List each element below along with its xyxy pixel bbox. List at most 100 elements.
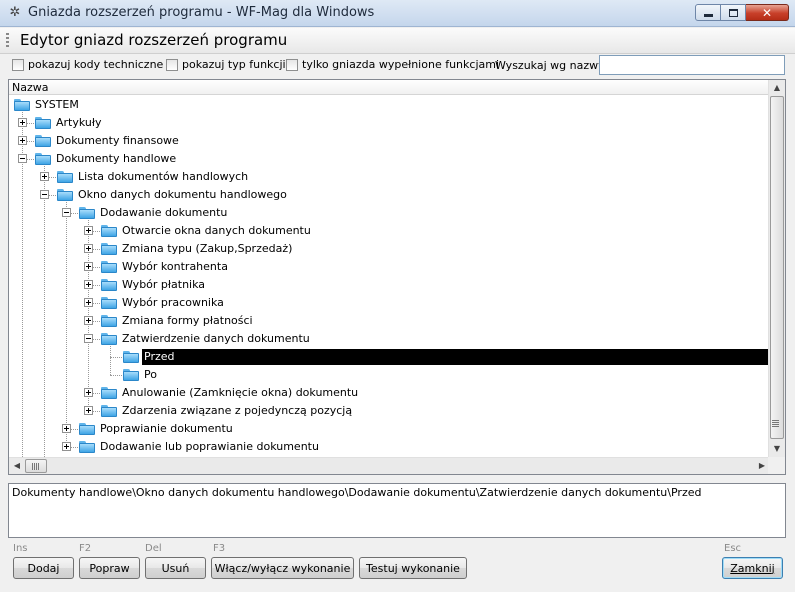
tree-node-label: Dokumenty finansowe	[56, 134, 179, 147]
editor-header: Edytor gniazd rozszerzeń programu	[0, 28, 795, 54]
options-bar: pokazuj kody techniczne pokazuj typ funk…	[0, 55, 795, 77]
tree-node-label: Wybór kontrahenta	[122, 260, 228, 273]
expand-icon[interactable]	[84, 406, 93, 415]
hotkey-close: Esc	[724, 543, 742, 554]
expand-icon[interactable]	[62, 424, 71, 433]
hotkey-toggle: F3	[213, 543, 226, 554]
collapse-icon[interactable]	[40, 190, 49, 199]
expand-icon[interactable]	[84, 262, 93, 271]
folder-icon	[100, 386, 118, 400]
tree-node[interactable]: Anulowanie (Zamknięcie okna) dokumentu	[9, 384, 770, 402]
folder-icon	[56, 188, 74, 202]
folder-icon	[100, 404, 118, 418]
checkbox-only-filled[interactable]	[286, 58, 298, 71]
tree-node[interactable]: Wybór kontrahenta	[9, 258, 770, 276]
scrollbar-corner	[768, 457, 785, 474]
folder-icon	[100, 260, 118, 274]
tree-panel: Nazwa SYSTEM Artykuły Dokumenty finansowe D…	[8, 79, 786, 475]
vertical-scroll-thumb[interactable]	[770, 96, 784, 439]
tree-node-label: Wybór pracownika	[122, 296, 224, 309]
tree-node[interactable]: Zmiana typu (Zakup,Sprzedaż)	[9, 240, 770, 258]
tree-node-label: SYSTEM	[35, 98, 79, 111]
vertical-scrollbar[interactable]: ▲ ▼	[768, 80, 785, 458]
window-title: Gniazda rozszerzeń programu - WF-Mag dla…	[28, 5, 375, 20]
folder-icon	[100, 296, 118, 310]
tree-node[interactable]: Po	[9, 366, 770, 384]
extension-tree[interactable]: SYSTEM Artykuły Dokumenty finansowe Dokumen…	[9, 96, 770, 458]
tree-node-label: Wybór płatnika	[122, 278, 206, 291]
tree-node[interactable]: Dodawanie lub poprawianie dokumentu	[9, 438, 770, 456]
folder-icon	[78, 206, 96, 220]
close-icon: ✕	[761, 5, 773, 20]
maximize-icon	[728, 8, 738, 17]
option-only-filled[interactable]: tylko gniazda wypełnione funkcjami	[286, 58, 499, 71]
add-button[interactable]: Dodaj	[13, 557, 74, 579]
tree-node[interactable]: Otwarcie okna danych dokumentu	[9, 222, 770, 240]
tree-node-label: Dokumenty handlowe	[56, 152, 177, 165]
option-label: pokazuj kody techniczne	[28, 58, 164, 71]
expand-icon[interactable]	[84, 244, 93, 253]
close-button[interactable]: Zamknij	[722, 557, 783, 579]
tree-node[interactable]: Wybór płatnika	[9, 276, 770, 294]
tree-node-label: Poprawianie dokumentu	[100, 422, 233, 435]
thumb-grip-icon	[772, 420, 779, 427]
tree-node[interactable]: Dokumenty handlowe	[9, 150, 770, 168]
tree-node[interactable]: SYSTEM	[9, 96, 770, 114]
test-execution-button[interactable]: Testuj wykonanie	[359, 557, 467, 579]
option-show-func-type[interactable]: pokazuj typ funkcji	[166, 58, 286, 71]
tree-node-label: Artykuły	[56, 116, 102, 129]
expand-icon[interactable]	[84, 280, 93, 289]
edit-button[interactable]: Popraw	[79, 557, 140, 579]
collapse-icon[interactable]	[84, 334, 93, 343]
maximize-button[interactable]	[721, 4, 746, 21]
tree-node[interactable]: Zmiana formy płatności	[9, 312, 770, 330]
expand-icon[interactable]	[84, 226, 93, 235]
checkbox-show-tech-codes[interactable]	[12, 58, 24, 71]
expand-icon[interactable]	[84, 298, 93, 307]
tree-node[interactable]: Dokumenty finansowe	[9, 132, 770, 150]
expand-icon[interactable]	[18, 136, 27, 145]
expand-icon[interactable]	[84, 388, 93, 397]
folder-icon	[56, 170, 74, 184]
folder-icon	[100, 242, 118, 256]
expand-icon[interactable]	[40, 172, 49, 181]
toggle-execution-button[interactable]: Włącz/wyłącz wykonanie	[211, 557, 354, 579]
option-show-tech-codes[interactable]: pokazuj kody techniczne	[12, 58, 163, 71]
option-label: pokazuj typ funkcji	[182, 58, 286, 71]
horizontal-scroll-thumb[interactable]	[25, 459, 47, 473]
minimize-button[interactable]	[695, 4, 721, 21]
column-header-name[interactable]: Nazwa	[9, 80, 770, 95]
expand-icon[interactable]	[62, 442, 71, 451]
tree-node[interactable]: Poprawianie dokumentu	[9, 420, 770, 438]
scroll-up-icon[interactable]: ▲	[769, 80, 785, 96]
tree-node[interactable]: Dodawanie dokumentu	[9, 204, 770, 222]
folder-icon	[100, 314, 118, 328]
tree-node[interactable]: Zatwierdzenie danych dokumentu	[9, 330, 770, 348]
tree-node[interactable]: Lista dokumentów handlowych	[9, 168, 770, 186]
search-input[interactable]	[599, 55, 785, 75]
collapse-icon[interactable]	[18, 154, 27, 163]
expand-icon[interactable]	[18, 118, 27, 127]
collapse-icon[interactable]	[62, 208, 71, 217]
hotkey-delete: Del	[145, 543, 162, 554]
tree-node-label: Zmiana formy płatności	[122, 314, 253, 327]
checkbox-show-func-type[interactable]	[166, 58, 178, 71]
expand-icon[interactable]	[84, 316, 93, 325]
tree-node[interactable]: Okno danych dokumentu handlowego	[9, 186, 770, 204]
delete-button[interactable]: Usuń	[145, 557, 206, 579]
folder-icon	[122, 350, 140, 364]
grip-icon	[6, 33, 9, 48]
close-window-button[interactable]: ✕	[746, 4, 789, 21]
tree-node[interactable]: Artykuły	[9, 114, 770, 132]
tree-node-label: Zatwierdzenie danych dokumentu	[122, 332, 310, 345]
folder-icon	[34, 152, 52, 166]
tree-node[interactable]: Przed	[9, 348, 770, 366]
app-icon: ✲	[9, 5, 21, 20]
scroll-down-icon[interactable]: ▼	[769, 441, 785, 457]
scroll-left-icon[interactable]: ◀	[9, 458, 25, 474]
selected-path-display[interactable]: Dokumenty handlowe\Okno danych dokumentu…	[8, 483, 786, 538]
horizontal-scrollbar[interactable]: ◀ ▶	[9, 457, 770, 474]
tree-node[interactable]: Wybór pracownika	[9, 294, 770, 312]
option-label: tylko gniazda wypełnione funkcjami	[302, 58, 500, 71]
tree-node[interactable]: Zdarzenia związane z pojedynczą pozycją	[9, 402, 770, 420]
